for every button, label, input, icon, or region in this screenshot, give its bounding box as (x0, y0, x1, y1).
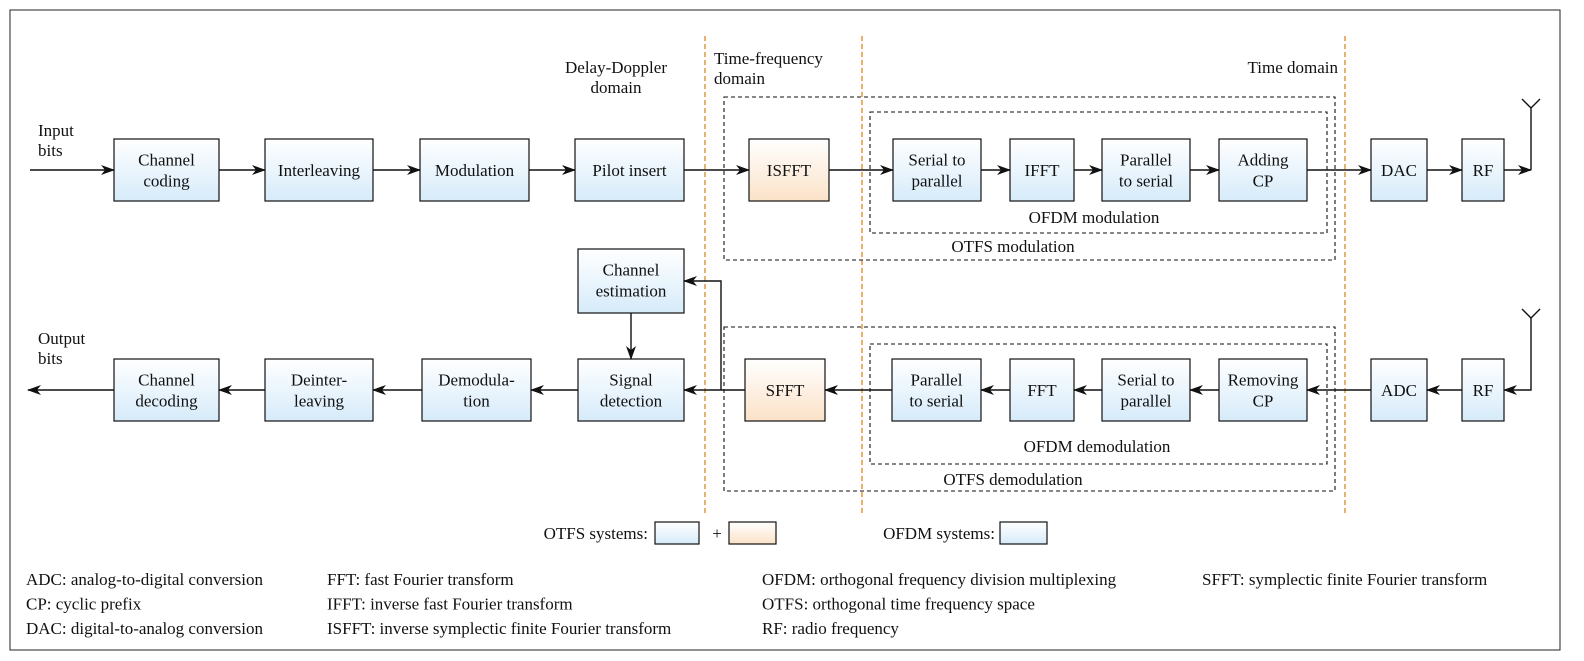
block-label: Pilot insert (592, 161, 666, 180)
rx-antenna-arrow (1503, 318, 1532, 395)
abbreviation-entry: OTFS: orthogonal time frequency space (762, 595, 1035, 614)
parallel-to-serial-rx-block: Parallel to serial (891, 358, 982, 422)
otfs-ofdm-block-diagram: OTFS modulation OFDM modulation OTFS demod… (9, 9, 1561, 651)
block-label: SFFT (766, 381, 805, 400)
abbreviation-entry: CP: cyclic prefix (26, 595, 142, 614)
ofdm-modulation-label: OFDM modulation (1029, 208, 1160, 227)
block-label: Channel (603, 261, 660, 280)
block-label: Channel (138, 151, 195, 170)
abbreviation-entry: FFT: fast Fourier transform (327, 570, 514, 589)
channel-estimation-block: Channel estimation (577, 248, 685, 314)
block-label: ISFFT (767, 161, 812, 180)
block-label: Parallel (911, 371, 963, 390)
otfs-demodulation-label: OTFS demodulation (943, 470, 1083, 489)
abbreviation-entry: SFFT: symplectic finite Fourier transfor… (1202, 570, 1487, 589)
ofdm-demodulation-label: OFDM demodulation (1024, 437, 1171, 456)
abbreviation-entry: IFFT: inverse fast Fourier transform (327, 595, 573, 614)
legend-otfs-label: OTFS systems: (544, 524, 648, 543)
block-label: coding (143, 172, 190, 191)
block-label: estimation (596, 282, 667, 301)
block-label: Deinter- (291, 371, 348, 390)
channel-estimation-feedback-arrow (683, 276, 722, 390)
block-label: FFT (1027, 381, 1057, 400)
rf-tx-block: RF (1461, 138, 1505, 202)
block-label: parallel (1121, 392, 1172, 411)
block-label: Channel (138, 371, 195, 390)
dac-block: DAC (1370, 138, 1428, 202)
signal-detection-block: Signal detection (577, 358, 685, 422)
otfs-modulation-label: OTFS modulation (951, 237, 1075, 256)
block-label: tion (463, 392, 490, 411)
demodulation-block: Demodula-tion (421, 358, 532, 422)
block-label: detection (600, 392, 663, 411)
interleaving-block: Interleaving (264, 138, 374, 202)
block-label: RF (1473, 381, 1494, 400)
serial-to-parallel-tx-block: Serial to parallel (892, 138, 982, 202)
serial-to-parallel-rx-block: Serial to parallel (1101, 358, 1191, 422)
legend-orange-swatch (728, 521, 777, 545)
input-bits-label: Input (38, 121, 74, 140)
block-label: to serial (909, 392, 964, 411)
block-label: parallel (912, 172, 963, 191)
abbreviation-entry: ISFFT: inverse symplectic finite Fourier… (327, 619, 671, 638)
pilot-insert-block: Pilot insert (574, 138, 685, 202)
removing-cp-block: Removing CP (1218, 358, 1308, 422)
block-label: decoding (135, 392, 198, 411)
parallel-to-serial-tx-block: Parallel to serial (1101, 138, 1191, 202)
block-label: Interleaving (278, 161, 361, 180)
sfft-block: SFFT (744, 358, 826, 422)
block-label: ADC (1381, 381, 1417, 400)
block-label: Removing (1228, 371, 1299, 390)
delay-doppler-domain-label: domain (591, 78, 642, 97)
block-label: CP (1253, 172, 1274, 191)
block-label: Serial to (1117, 371, 1174, 390)
abbreviation-entry: ADC: analog-to-digital conversion (26, 570, 264, 589)
modulation-block: Modulation (419, 138, 530, 202)
input-bits-label: bits (38, 141, 63, 160)
block-label: Modulation (435, 161, 515, 180)
block-label: to serial (1119, 172, 1174, 191)
block-label: Parallel (1120, 151, 1172, 170)
block-label: Signal (609, 371, 653, 390)
tx-antenna-icon (1521, 98, 1541, 170)
block-label: Serial to (908, 151, 965, 170)
abbreviation-entry: DAC: digital-to-analog conversion (26, 619, 264, 638)
output-bits-label: Output (38, 329, 86, 348)
isfft-block: ISFFT (748, 138, 830, 202)
rf-rx-block: RF (1461, 358, 1505, 422)
rx-antenna-icon (1521, 308, 1541, 319)
time-frequency-domain-label: Time-frequency (714, 49, 823, 68)
legend-ofdm-label: OFDM systems: (883, 524, 995, 543)
abbreviation-entry: RF: radio frequency (762, 619, 899, 638)
adc-block: ADC (1370, 358, 1428, 422)
block-label: RF (1473, 161, 1494, 180)
block-label: DAC (1381, 161, 1417, 180)
block-label: CP (1253, 392, 1274, 411)
channel-decoding-block: Channel decoding (113, 358, 220, 422)
output-bits-label: bits (38, 349, 63, 368)
channel-coding-block: Channel coding (113, 138, 220, 202)
block-label: Demodula- (438, 371, 515, 390)
legend-plus: + (712, 524, 722, 543)
adding-cp-block: Adding CP (1218, 138, 1308, 202)
delay-doppler-domain-label: Delay-Doppler (565, 58, 667, 77)
abbreviation-entry: OFDM: orthogonal frequency division mult… (762, 570, 1117, 589)
block-label: IFFT (1025, 161, 1061, 180)
time-domain-label: Time domain (1247, 58, 1338, 77)
fft-block: FFT (1009, 358, 1075, 422)
time-frequency-domain-label: domain (714, 69, 765, 88)
block-label: leaving (294, 392, 345, 411)
legend-blue-swatch (654, 521, 700, 545)
block-label: Adding (1238, 151, 1290, 170)
ifft-block: IFFT (1009, 138, 1075, 202)
legend-ofdm-swatch (999, 521, 1048, 545)
figure-border (9, 9, 1561, 651)
deinterleaving-block: Deinter-leaving (264, 358, 374, 422)
